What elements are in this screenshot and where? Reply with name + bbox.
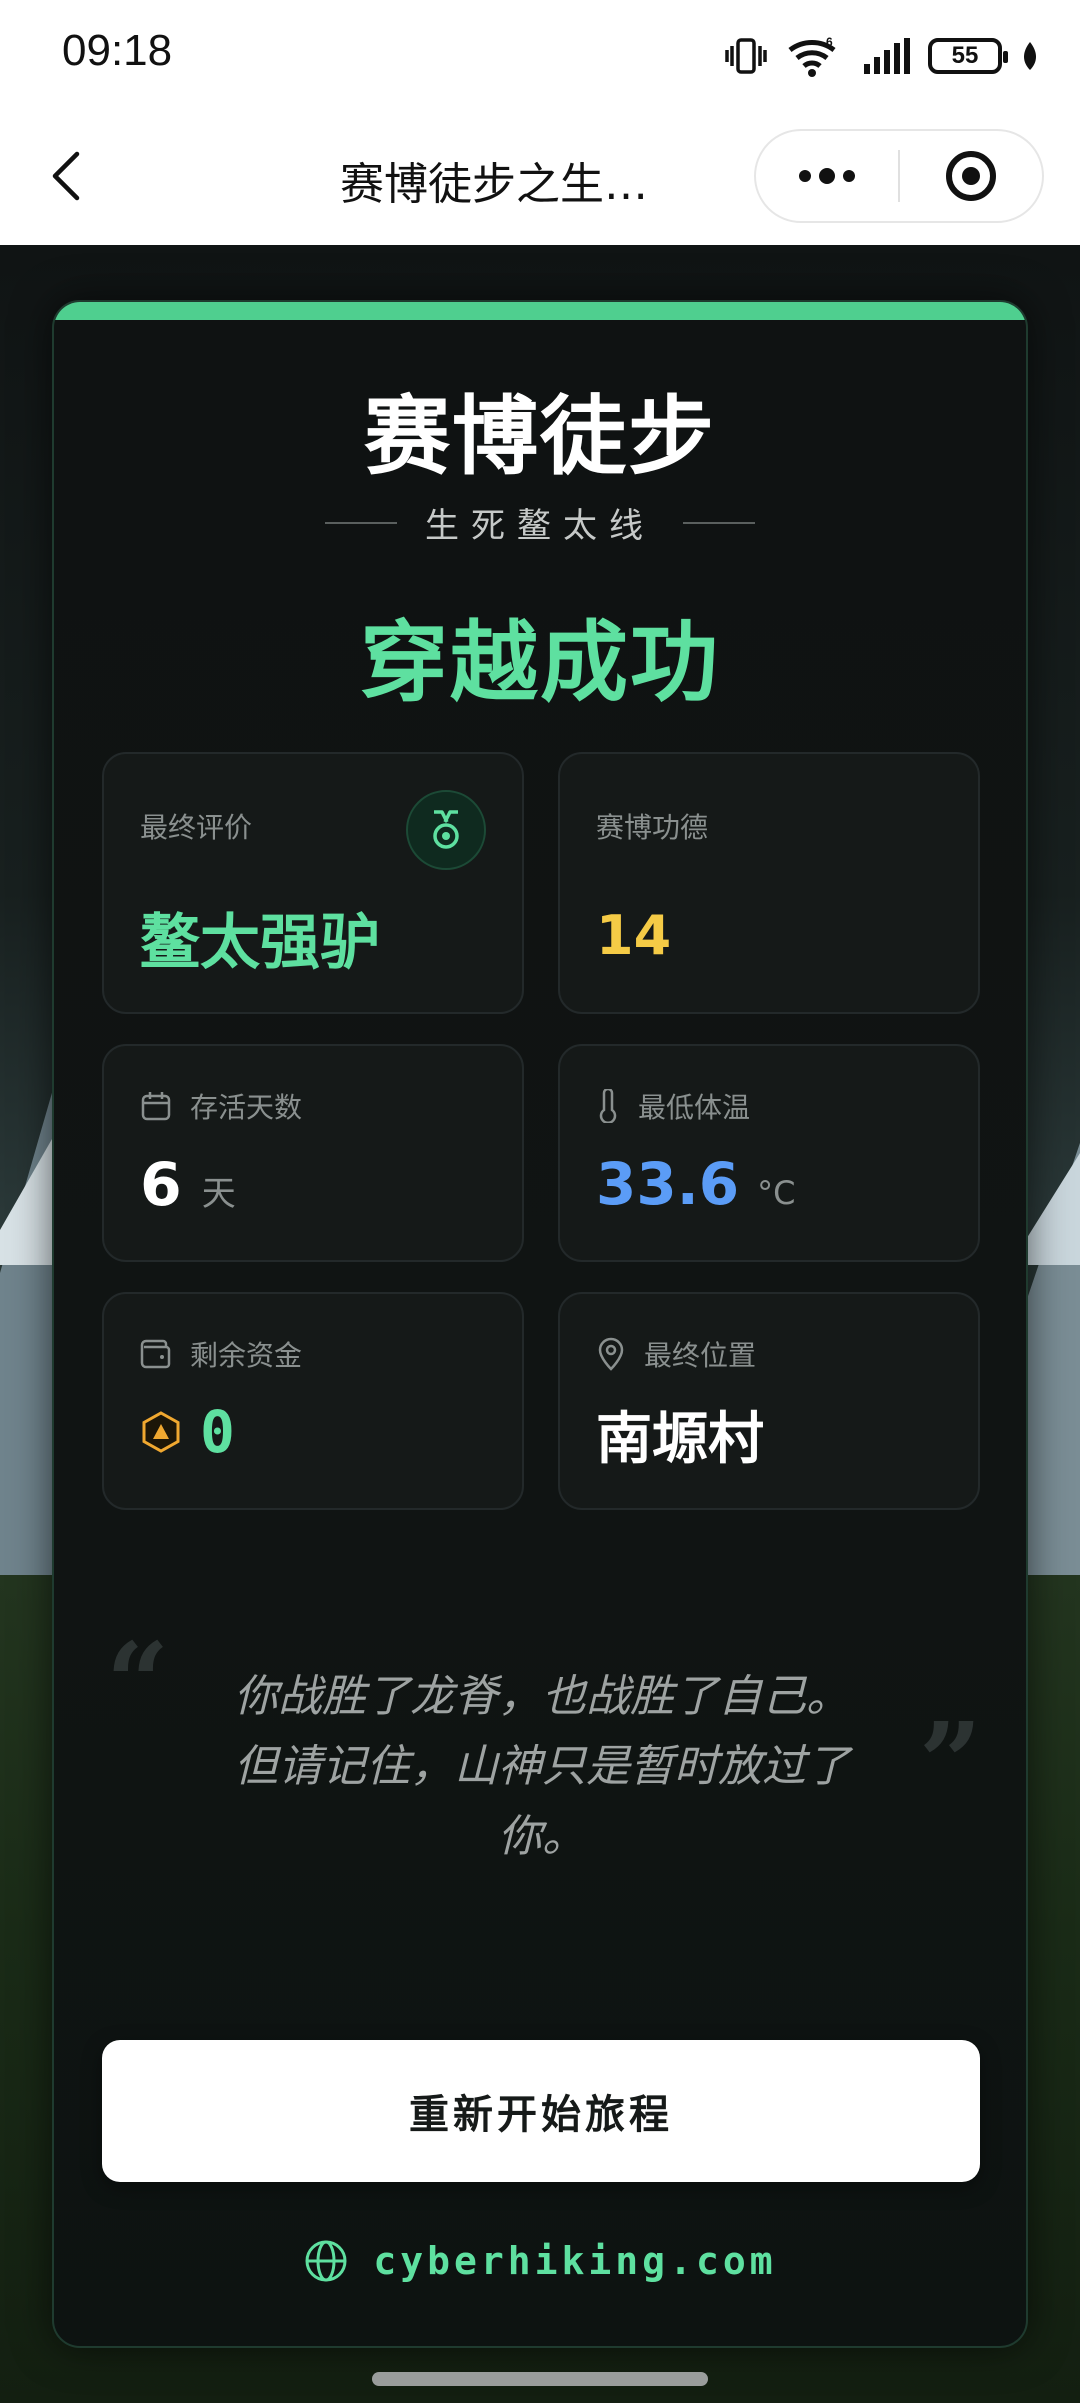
stat-label-row: 最终评价 xyxy=(140,806,252,846)
website-url: cyberhiking.com xyxy=(373,2239,777,2283)
location-pin-icon xyxy=(598,1337,624,1371)
stat-label: 剩余资金 xyxy=(190,1339,303,1372)
quote-line-3: 你。 xyxy=(498,1811,586,1862)
back-button[interactable] xyxy=(36,144,96,208)
stat-label-row: 存活天数 xyxy=(140,1086,302,1126)
calendar-icon xyxy=(141,1092,171,1121)
website-link[interactable]: cyberhiking.com xyxy=(54,2238,1026,2284)
status-icons: 6 55 xyxy=(724,30,1040,82)
result-card: 赛博徒步 生死鳌太线 穿越成功 最终评价 鳌太强驴 赛博功德 14 存活天数 6… xyxy=(52,300,1028,2348)
battery-icon: 55 xyxy=(928,38,1008,74)
restart-journey-button[interactable]: 重新开始旅程 xyxy=(102,2040,980,2182)
wallet-icon xyxy=(140,1339,171,1369)
stat-label-row: 剩余资金 xyxy=(140,1334,302,1374)
game-title: 赛博徒步 xyxy=(364,387,716,487)
quote-line-2: 但请记住，山神只是暂时放过了 xyxy=(234,1741,850,1792)
wifi-icon: 6 xyxy=(788,35,836,77)
stat-label: 存活天数 xyxy=(190,1091,303,1124)
survival-days-value: 6 xyxy=(140,1150,182,1220)
quote-line-1: 你战胜了龙脊，也战胜了自己。 xyxy=(234,1671,850,1722)
funds-row: 0 xyxy=(140,1398,235,1466)
min-temp-unit: °C xyxy=(757,1174,796,1212)
svg-text:6: 6 xyxy=(826,35,833,49)
min-temp-value: 33.6 xyxy=(596,1150,740,1218)
coin-icon xyxy=(142,1411,180,1453)
survival-days-unit: 天 xyxy=(201,1174,236,1214)
status-time: 09:18 xyxy=(62,26,173,75)
leaf-icon xyxy=(1024,42,1036,70)
stat-label: 最低体温 xyxy=(638,1091,751,1124)
battery-level: 55 xyxy=(951,42,979,69)
stat-survival-days: 存活天数 6 天 xyxy=(102,1044,524,1262)
funds-value: 0 xyxy=(200,1398,235,1466)
stat-final-location: 最终位置 南塬村 xyxy=(558,1292,980,1510)
stat-label: 赛博功德 xyxy=(596,811,709,844)
signal-icon xyxy=(864,38,910,74)
medal-icon xyxy=(433,810,459,849)
min-temp-row: 33.6 °C xyxy=(596,1150,795,1218)
game-subtitle: 生死鳌太线 xyxy=(425,506,655,546)
stat-final-rating: 最终评价 鳌太强驴 xyxy=(102,752,524,1014)
survival-days-row: 6 天 xyxy=(140,1150,236,1220)
chevron-left-icon xyxy=(52,151,80,201)
globe-icon xyxy=(305,2240,347,2282)
page-title: 赛博徒步之生… xyxy=(340,159,648,210)
stat-label-row: 最终位置 xyxy=(596,1334,756,1374)
cyber-merit-value: 14 xyxy=(596,904,672,967)
stat-label-row: 最低体温 xyxy=(596,1086,750,1126)
quote-close-mark: ” xyxy=(918,1698,982,1827)
vibrate-icon xyxy=(725,38,767,74)
stat-remaining-funds: 剩余资金 0 xyxy=(102,1292,524,1510)
stat-label: 最终位置 xyxy=(644,1339,757,1372)
home-indicator[interactable] xyxy=(372,2372,708,2386)
final-rating-value: 鳌太强驴 xyxy=(140,908,380,978)
result-heading: 穿越成功 xyxy=(359,611,720,714)
mini-program-capsule xyxy=(754,129,1044,223)
more-dots-icon xyxy=(799,168,855,184)
subtitle-divider-right xyxy=(683,521,755,524)
subtitle-row: 生死鳌太线 xyxy=(54,498,1026,547)
subtitle-divider-left xyxy=(325,521,397,524)
nav-bar: 赛博徒步之生… xyxy=(0,110,1080,246)
quote-open-mark: “ xyxy=(106,1618,170,1747)
stat-cyber-merit: 赛博功德 14 xyxy=(558,752,980,1014)
more-button[interactable] xyxy=(756,131,898,221)
final-location-value: 南塬村 xyxy=(596,1407,764,1472)
close-button[interactable] xyxy=(900,131,1042,221)
thermometer-icon xyxy=(599,1089,617,1123)
stat-label: 最终评价 xyxy=(140,811,253,844)
stat-min-temp: 最低体温 33.6 °C xyxy=(558,1044,980,1262)
target-close-icon xyxy=(945,151,996,201)
card-accent-bar xyxy=(54,302,1026,320)
medal-badge xyxy=(406,790,486,870)
stat-label-row: 赛博功德 xyxy=(596,806,708,846)
status-bar: 09:18 6 55 xyxy=(0,0,1080,110)
